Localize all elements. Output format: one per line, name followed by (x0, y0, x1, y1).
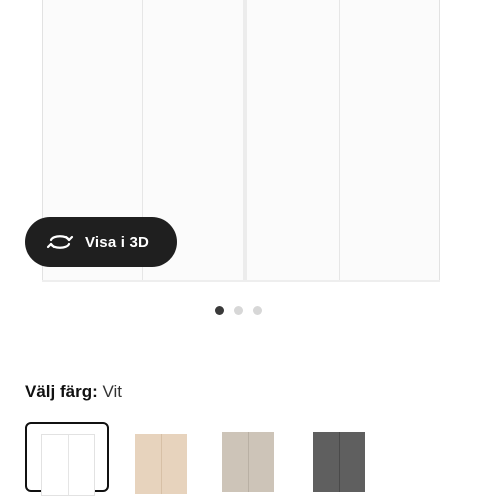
swatch-image (222, 432, 274, 492)
swatch-split (68, 435, 69, 495)
door-edge (439, 0, 440, 280)
view-3d-label: Visa i 3D (85, 233, 150, 251)
door-gap (243, 0, 247, 280)
swatch-image (135, 434, 187, 494)
carousel-dot-3[interactable] (253, 306, 262, 315)
view-3d-button[interactable]: Visa i 3D (25, 217, 177, 267)
carousel-dot-2[interactable] (234, 306, 243, 315)
swatch-split (248, 432, 249, 492)
color-value: Vit (102, 382, 123, 401)
color-swatch-dark-grey[interactable] (299, 422, 383, 492)
color-swatch-beige[interactable] (208, 422, 292, 492)
base-line (42, 280, 440, 282)
swatch-image (313, 432, 365, 492)
rotate-3d-icon (45, 231, 75, 253)
color-heading: Välj färg: Vit (25, 382, 122, 402)
carousel-dots (215, 306, 262, 315)
color-label: Välj färg: (25, 382, 98, 401)
color-swatch-oak[interactable] (121, 422, 205, 494)
carousel-dot-1[interactable] (215, 306, 224, 315)
color-swatch-white[interactable] (25, 422, 109, 496)
wardrobe-door-right (247, 0, 440, 280)
swatch-split (161, 434, 162, 494)
swatch-image (41, 434, 95, 496)
swatch-split (339, 432, 340, 492)
panel-line (339, 0, 340, 280)
